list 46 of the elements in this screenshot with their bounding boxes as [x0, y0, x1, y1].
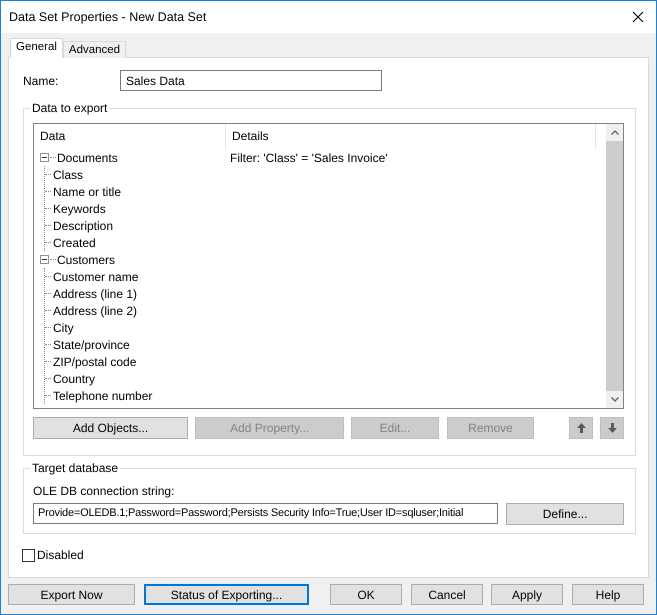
- checkbox-label: Disabled: [37, 548, 84, 562]
- field-label: OLE DB connection string:: [33, 484, 176, 499]
- dialog-button[interactable]: Cancel: [411, 584, 483, 605]
- tree-item[interactable]: ZIP/postal code: [53, 354, 136, 368]
- scroll-up-icon[interactable]: [610, 130, 618, 135]
- tree-item[interactable]: Address (line 1): [53, 286, 138, 300]
- tree-item[interactable]: Telephone number: [53, 388, 152, 402]
- column-header[interactable]: Data: [34, 124, 226, 149]
- tree-item[interactable]: Documents: [57, 150, 118, 164]
- collapse-icon[interactable]: [40, 255, 49, 264]
- tree-item[interactable]: Keywords: [53, 202, 106, 216]
- close-icon[interactable]: [632, 11, 644, 23]
- up-arrow-icon: [576, 422, 587, 434]
- checkbox[interactable]: [22, 548, 35, 562]
- tree-item[interactable]: Customer name: [53, 270, 138, 284]
- dialog-button[interactable]: Help: [572, 584, 644, 605]
- tree-item[interactable]: Country: [53, 372, 96, 386]
- connection-string-field[interactable]: Provide=OLEDB.1;Password=Password;Persists Security Info=True;User ID=sqluser;Initial: [33, 503, 498, 524]
- move-up-button[interactable]: [569, 417, 594, 439]
- window-title: Data Set Properties - New Data Set: [9, 10, 206, 24]
- tree-item[interactable]: Description: [53, 218, 114, 232]
- dialog-button[interactable]: OK: [330, 584, 402, 605]
- scroll-down-icon[interactable]: [610, 397, 618, 402]
- group-title: Data to export: [30, 101, 110, 115]
- collapse-icon[interactable]: [40, 153, 49, 162]
- tree-item[interactable]: Name or title: [53, 184, 122, 198]
- tree-item[interactable]: Created: [53, 236, 96, 250]
- define-button[interactable]: Define...: [506, 503, 624, 525]
- move-down-button[interactable]: [600, 417, 624, 439]
- tree-item[interactable]: Class: [53, 168, 84, 182]
- action-button[interactable]: Add Objects...: [33, 417, 188, 439]
- name-field[interactable]: Sales Data: [120, 70, 382, 91]
- tree-item[interactable]: Customers: [57, 252, 116, 266]
- tab[interactable]: Advanced: [62, 41, 126, 58]
- tree-item[interactable]: Address (line 2): [53, 304, 138, 318]
- tree-item[interactable]: State/province: [53, 338, 130, 352]
- dialog-button[interactable]: Export Now: [8, 584, 135, 605]
- dialog-button[interactable]: Status of Exporting...: [144, 584, 309, 605]
- group-title: Target database: [30, 461, 120, 475]
- down-arrow-icon: [606, 422, 618, 434]
- dialog-button[interactable]: Apply: [491, 584, 563, 605]
- details-text: Filter: 'Class' = 'Sales Invoice': [230, 150, 388, 164]
- column-header[interactable]: Details: [226, 124, 596, 149]
- field-label: Name:: [23, 74, 60, 88]
- tree-item[interactable]: City: [53, 320, 74, 334]
- tab[interactable]: General: [10, 38, 63, 58]
